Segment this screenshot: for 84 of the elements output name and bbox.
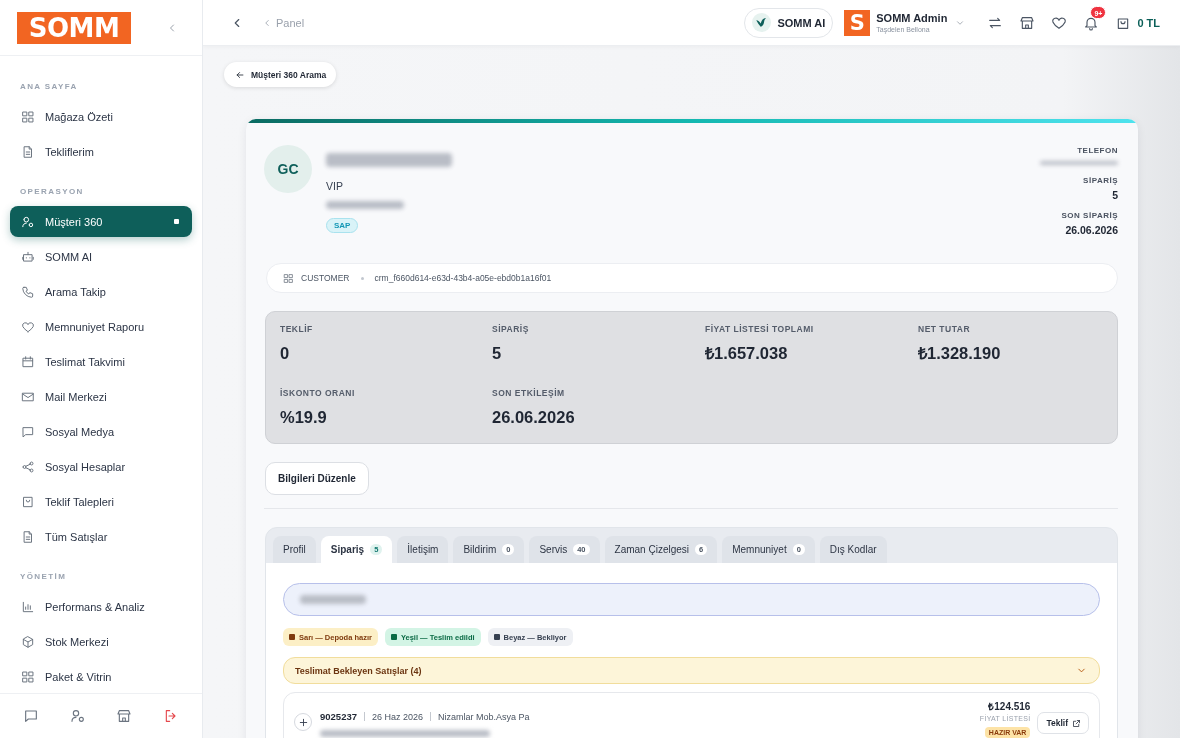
store-icon[interactable] (116, 708, 133, 724)
sidebar-item[interactable]: Müşteri 360 (10, 206, 192, 237)
grid-icon (21, 669, 35, 684)
order-date: 26 Haz 2026 (372, 711, 424, 722)
stat-value: %19.9 (280, 407, 328, 428)
section-title: ANA SAYFA (20, 82, 78, 92)
chat-icon[interactable] (23, 708, 40, 724)
logo: SOMM (17, 11, 131, 44)
detail-label: TELEFON (1077, 146, 1118, 156)
sidebar-item[interactable]: Performans & Analiz (10, 591, 192, 622)
document-icon (21, 529, 35, 544)
stat-value: ₺1.657.038 (705, 343, 789, 364)
order-number: 9025237 (320, 711, 357, 722)
dot-icon (360, 276, 364, 280)
heart-icon (21, 319, 35, 334)
stat-label: NET TUTAR (918, 324, 972, 334)
stat-label: TEKLİF (280, 324, 314, 334)
sidebar-item[interactable]: Tekliflerim (10, 136, 192, 167)
order-store: Nizamlar Mob.Asya Pa (438, 711, 530, 722)
robot-icon (21, 249, 35, 264)
stat-value: 5 (492, 343, 503, 364)
stat-label: SİPARİŞ (492, 324, 530, 334)
sidebar-item[interactable]: Paket & Vitrin (10, 661, 192, 692)
record-id: crm_f660d614-e63d-43b4-a05e-ebd0b1a16f01 (374, 273, 552, 283)
chevron-left-icon (262, 17, 272, 28)
search-field[interactable] (283, 583, 1100, 616)
detail-value: 26.06.2026 (1065, 224, 1118, 237)
arrow-left-icon (235, 69, 245, 80)
detail-label: SON SİPARİŞ (1061, 211, 1118, 221)
user-name: SOMM Admin (876, 11, 948, 25)
section-title: YÖNETİM (20, 572, 67, 582)
external-link-icon (1072, 718, 1081, 728)
tab[interactable]: Profil (273, 536, 316, 563)
section-title: OPERASYON (20, 187, 84, 197)
expand-button[interactable] (294, 713, 312, 731)
back-button[interactable]: Müşteri 360 Arama (224, 62, 337, 87)
sidebar-item[interactable]: Memnuniyet Raporu (10, 311, 192, 342)
tab[interactable]: İletişim (397, 536, 449, 563)
sidebar-item[interactable]: Teslimat Takvimi (10, 346, 192, 377)
stat-value: ₺1.328.190 (918, 343, 1002, 364)
plus-icon (297, 716, 309, 728)
user-icon[interactable] (69, 708, 86, 724)
share-icon (21, 459, 35, 474)
ai-button[interactable]: SOMM AI (744, 7, 834, 38)
cart-total: 0 TL (1137, 16, 1160, 29)
stat-value: 0 (280, 343, 291, 364)
bag-icon (21, 494, 35, 509)
stat-label: FİYAT LİSTESİ TOPLAMI (705, 324, 815, 334)
sidebar-item[interactable]: Arama Takip (10, 276, 192, 307)
sidebar-item[interactable]: Sosyal Medya (10, 416, 192, 447)
chat-icon (21, 424, 35, 439)
sidebar-item[interactable]: Sosyal Hesaplar (10, 451, 192, 482)
bar-chart-icon (21, 599, 35, 614)
grid-icon (283, 272, 294, 284)
sidebar-item[interactable]: Tüm Satışlar (10, 521, 192, 552)
heart-icon[interactable] (1051, 14, 1068, 31)
document-icon (21, 144, 35, 159)
sidebar-item[interactable]: Teklif Talepleri (10, 486, 192, 517)
record-type: CUSTOMER (301, 273, 350, 283)
store-icon[interactable] (1019, 14, 1036, 31)
logo-icon (752, 13, 772, 32)
sidebar-item[interactable]: Stok Merkezi (10, 626, 192, 657)
tab[interactable]: Dış Kodlar (819, 536, 887, 563)
avatar: GC (264, 145, 312, 193)
sidebar-item[interactable]: Mağaza Özeti (10, 101, 192, 132)
detail-label: SİPARİŞ (1083, 176, 1118, 186)
calendar-icon (21, 354, 35, 369)
user-icon (21, 214, 35, 229)
sidebar-item[interactable]: SOMM AI (10, 241, 192, 272)
cube-icon (21, 634, 35, 649)
edit-button[interactable]: Bilgileri Düzenle (265, 462, 369, 495)
section-header[interactable]: Teslimat Bekleyen Satışlar (4) (283, 657, 1100, 684)
stat-value: 26.06.2026 (492, 407, 576, 428)
offer-button[interactable]: Teklif (1037, 712, 1089, 734)
stat-label: İSKONTO ORANI (280, 388, 356, 398)
order-amount: ₺124.516 (988, 701, 1031, 713)
detail-value: 5 (1112, 189, 1118, 202)
blurred-text (300, 595, 366, 604)
sidebar-item[interactable]: Mail Merkezi (10, 381, 192, 412)
phone-icon (21, 284, 35, 299)
segment-label: VIP (326, 180, 343, 192)
grid-icon (21, 109, 35, 124)
stat-label: SON ETKİLEŞİM (492, 388, 566, 398)
tag-chip: SAP (326, 218, 359, 233)
